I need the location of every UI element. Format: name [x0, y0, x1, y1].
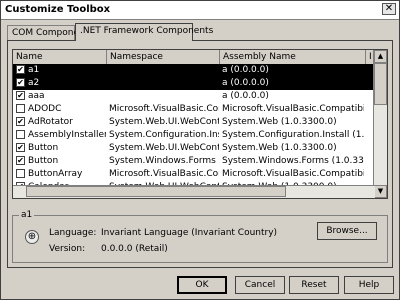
help-button[interactable]: Help	[344, 276, 394, 294]
horizontal-scroll-thumb[interactable]	[26, 186, 286, 197]
version-value: 0.0.0.0 (Retail)	[101, 244, 168, 254]
list-header: Name Namespace Assembly Name I	[13, 50, 375, 65]
cell-namespace: Microsoft.VisualBasic.Comp...	[109, 169, 219, 179]
cell-assembly-name: System.Windows.Forms (1.0.3300.0)	[222, 156, 364, 166]
cell-namespace: Microsoft.VisualBasic.Comp...	[109, 104, 219, 114]
cell-namespace: System.Web.UI.WebControls	[109, 117, 219, 127]
cell-namespace: System.Web.UI.WebControls	[109, 143, 219, 153]
window-title: Customize Toolbox	[5, 4, 111, 15]
list-rows: ✔ a1 a (0.0.0.0) ✔ a2 a (0.0.0.0) ✔ aaa a (0.0.0…	[13, 64, 375, 194]
components-list[interactable]: Name Namespace Assembly Name I ✔ a1 a (0.0…	[12, 49, 388, 199]
list-item[interactable]: ButtonArray Microsoft.VisualBasic.Comp...…	[13, 168, 375, 181]
list-item[interactable]: ✔ a2 a (0.0.0.0)	[13, 77, 375, 90]
cell-name: AssemblyInstaller	[28, 130, 106, 140]
globe-icon: ⊕	[25, 230, 39, 244]
cell-name: ADODC	[28, 104, 62, 114]
cell-name: ButtonArray	[28, 169, 83, 179]
close-button[interactable]: ✕	[382, 3, 396, 15]
column-header-assembly-name[interactable]: Assembly Name	[220, 50, 366, 64]
component-checkbox[interactable]	[16, 130, 25, 139]
ok-button[interactable]: OK	[177, 276, 227, 294]
cancel-button[interactable]: Cancel	[235, 276, 285, 294]
component-checkbox[interactable]: ✔	[16, 78, 25, 87]
selected-component-label: a1	[19, 210, 35, 220]
cell-name: Button	[28, 143, 59, 153]
list-item[interactable]: ✔ aaa a (0.0.0.0)	[13, 90, 375, 103]
component-checkbox[interactable]: ✔	[16, 117, 25, 126]
cell-name: AdRotator	[28, 117, 73, 127]
cell-assembly-name: a (0.0.0.0)	[222, 91, 269, 101]
component-info-group: a1 ⊕ Language: Invariant Language (Invar…	[12, 210, 388, 263]
list-item[interactable]: ✔AdRotator System.Web.UI.WebControlsSyste…	[13, 116, 375, 129]
version-label: Version:	[49, 244, 86, 254]
component-checkbox[interactable]	[16, 104, 25, 113]
component-checkbox[interactable]: ✔	[16, 143, 25, 152]
tab-net-framework-components[interactable]: .NET Framework Components	[75, 23, 213, 41]
scroll-thumb[interactable]	[374, 63, 387, 105]
list-item[interactable]: ADODC Microsoft.VisualBasic.Comp...Micros…	[13, 103, 375, 116]
cell-name: a2	[28, 78, 40, 88]
list-item[interactable]: ✔ a1 a (0.0.0.0)	[13, 64, 375, 77]
vertical-scrollbar[interactable]: ▲ ▼	[373, 50, 387, 198]
cell-assembly-name: Microsoft.VisualBasic.Compatibility.Dat.…	[222, 104, 364, 114]
title-bar: Customize Toolbox ✕	[1, 1, 399, 20]
cell-assembly-name: a (0.0.0.0)	[222, 65, 269, 75]
scroll-up-button[interactable]: ▲	[374, 50, 387, 63]
language-label: Language:	[49, 228, 97, 238]
reset-button[interactable]: Reset	[289, 276, 339, 294]
cell-namespace: System.Windows.Forms	[109, 156, 216, 166]
tab-com-components[interactable]: COM Components	[7, 25, 93, 40]
component-checkbox[interactable]: ✔	[16, 91, 25, 100]
column-header-name[interactable]: Name	[13, 50, 107, 64]
cell-namespace: System.Configuration.Install	[109, 130, 219, 140]
list-item[interactable]: AssemblyInstaller System.Configuration.In…	[13, 129, 375, 142]
cell-name: aaa	[28, 91, 45, 101]
component-checkbox[interactable]	[16, 169, 25, 178]
browse-button[interactable]: Browse...	[317, 222, 377, 240]
component-checkbox[interactable]: ✔	[16, 65, 25, 74]
component-checkbox[interactable]: ✔	[16, 156, 25, 165]
tab-panel: Name Namespace Assembly Name I ✔ a1 a (0.0…	[7, 40, 393, 268]
scroll-down-button[interactable]: ▼	[374, 185, 387, 198]
list-item[interactable]: ✔ Button System.Windows.Forms System.Window…	[13, 155, 375, 168]
cell-assembly-name: Microsoft.VisualBasic.Compatibility (7.0…	[222, 169, 364, 179]
cell-assembly-name: System.Web (1.0.3300.0)	[222, 117, 337, 127]
cell-name: a1	[28, 65, 40, 75]
cell-assembly-name: a (0.0.0.0)	[222, 78, 269, 88]
list-item[interactable]: ✔Button System.Web.UI.WebControlsSystem.W…	[13, 142, 375, 155]
horizontal-scrollbar[interactable]	[13, 185, 375, 198]
cell-name: Button	[28, 156, 59, 166]
customize-toolbox-dialog: Customize Toolbox ✕ COM Components .NET …	[0, 0, 400, 300]
cell-assembly-name: System.Configuration.Install (1.0.3300..…	[222, 130, 364, 140]
language-value: Invariant Language (Invariant Country)	[101, 228, 278, 238]
cell-assembly-name: System.Web (1.0.3300.0)	[222, 143, 337, 153]
column-header-namespace[interactable]: Namespace	[107, 50, 220, 64]
